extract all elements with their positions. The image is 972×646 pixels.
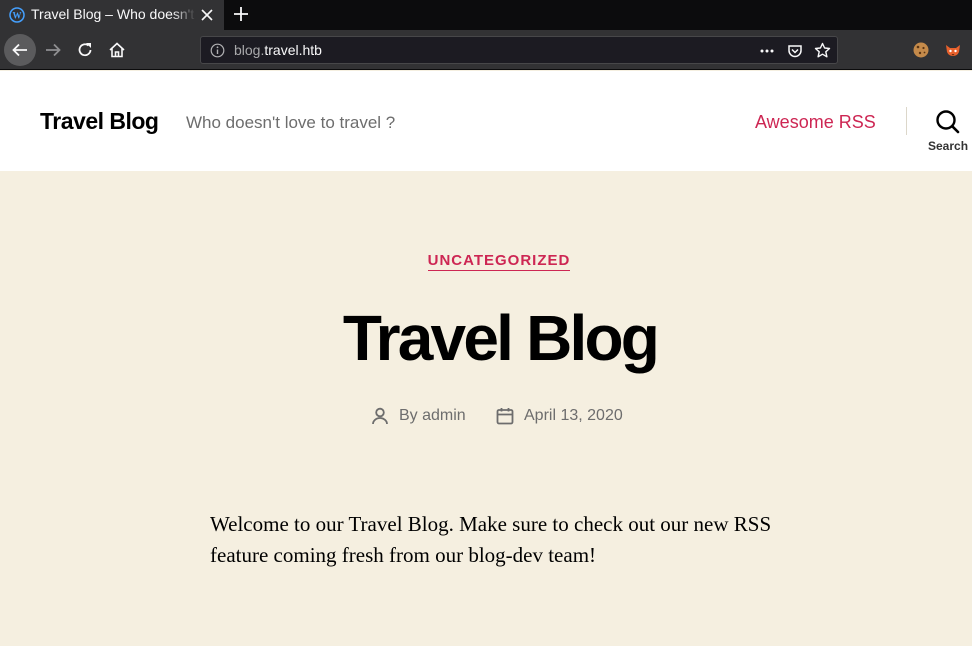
back-arrow-icon <box>12 43 27 57</box>
back-button[interactable] <box>4 34 36 66</box>
site-info-icon[interactable] <box>210 43 225 58</box>
tab-close-icon[interactable] <box>199 7 215 23</box>
reload-icon <box>78 43 92 57</box>
page-actions-more-icon[interactable] <box>759 43 775 59</box>
wordpress-favicon-icon: W <box>9 7 25 23</box>
nav-link-awesome-rss[interactable]: Awesome RSS <box>755 111 876 133</box>
url-domain: travel.htb <box>264 42 322 58</box>
header-divider <box>906 107 907 135</box>
url-bar[interactable]: blog.travel.htb <box>200 36 838 64</box>
forward-button[interactable] <box>37 34 69 66</box>
browser-tab[interactable]: W Travel Blog – Who doesn't love to trav… <box>0 0 224 30</box>
user-icon <box>372 407 388 425</box>
post-title: Travel Blog <box>342 302 660 374</box>
reload-button[interactable] <box>69 34 101 66</box>
url-subdomain: blog. <box>234 42 265 58</box>
author-link[interactable]: admin <box>422 407 466 424</box>
post-date-link[interactable]: April 13, 2020 <box>524 406 623 426</box>
pocket-icon[interactable] <box>787 43 803 59</box>
url-text[interactable]: blog.travel.htb <box>234 42 322 59</box>
home-button[interactable] <box>101 34 133 66</box>
author-prefix: By <box>399 407 418 424</box>
site-description: Who doesn't love to travel ? <box>186 113 396 132</box>
author-label: By admin <box>399 406 466 426</box>
tab-title-fade <box>172 0 196 30</box>
search-icon <box>936 110 960 134</box>
browser-nav-bar: blog.travel.htb <box>0 30 972 70</box>
search-toggle-button[interactable]: Search <box>920 107 972 157</box>
post-category: UNCATEGORIZED <box>0 252 972 271</box>
calendar-icon <box>496 408 514 425</box>
bookmark-star-icon[interactable] <box>814 42 831 59</box>
cookie-extension-icon[interactable] <box>912 41 930 59</box>
forward-arrow-icon <box>46 43 61 57</box>
search-label: Search <box>928 139 969 153</box>
svg-text:W: W <box>13 11 22 21</box>
new-tab-plus-icon[interactable] <box>232 5 250 23</box>
browser-tab-bar: W Travel Blog – Who doesn't love to trav… <box>0 0 972 30</box>
site-header: Travel Blog Who doesn't love to travel ?… <box>0 71 972 171</box>
post-hero: UNCATEGORIZED Travel Blog By admin April… <box>0 171 972 646</box>
site-title-link[interactable]: Travel Blog <box>40 107 159 135</box>
category-link-uncategorized[interactable]: UNCATEGORIZED <box>427 252 571 271</box>
home-icon <box>109 42 125 58</box>
foxy-extension-icon[interactable] <box>944 41 962 59</box>
post-body-text: Welcome to our Travel Blog. Make sure to… <box>210 512 772 567</box>
